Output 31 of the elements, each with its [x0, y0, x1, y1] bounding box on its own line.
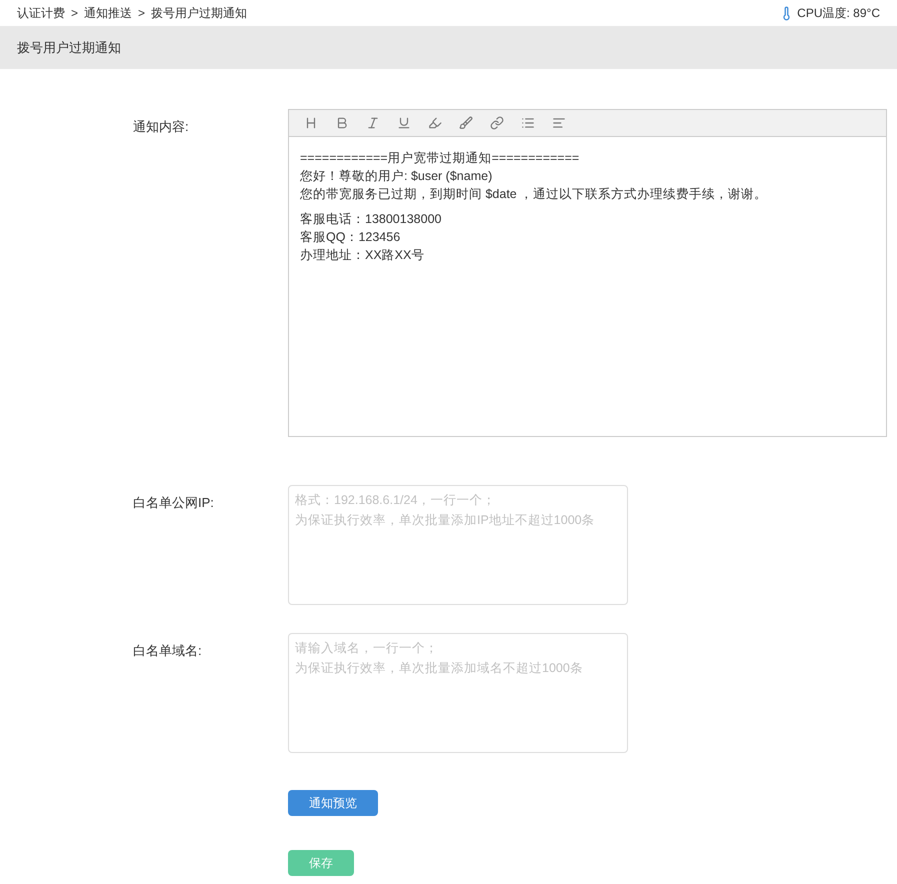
placeholder-text: 格式：192.168.6.1/24，一行一个； — [295, 492, 496, 509]
preview-button[interactable]: 通知预览 — [288, 790, 378, 816]
editor-text-line: 客服QQ：123456 — [300, 229, 402, 246]
breadcrumb-link[interactable]: 通知推送 — [84, 4, 132, 22]
breadcrumb-link[interactable]: 拨号用户过期通知 — [151, 4, 248, 22]
field-label: 白名单域名: — [133, 643, 202, 658]
editor-text-line: 您好！尊敬的用户: $user ($name) — [300, 168, 494, 185]
breadcrumb-separator: > — [71, 5, 78, 22]
rich-text-editor[interactable]: ============用户宽带过期通知============ 您好！尊敬的用户: $user ($name) 您的带宽服务已过期，到期时间 $date ，通过以下联系方式办理续费手续，谢谢。 客服电话：13800138000 客服QQ：123456 办理地址：XX路XX号 — [288, 109, 887, 437]
brush-icon[interactable] — [459, 116, 473, 130]
highlighter-icon[interactable] — [428, 116, 442, 130]
placeholder-text: 请输入域名，一行一个； — [295, 640, 439, 657]
editor-text-line: ============用户宽带过期通知============ — [300, 150, 580, 167]
breadcrumb-link[interactable]: 认证计费 — [17, 4, 65, 22]
placeholder-text: 为保证执行效率，单次批量添加域名不超过1000条 — [295, 660, 584, 677]
underline-icon[interactable] — [397, 116, 411, 130]
page-title: 拨号用户过期通知 — [17, 38, 121, 57]
field-label: 白名单公网IP: — [133, 495, 214, 510]
list-icon[interactable] — [521, 116, 535, 130]
editor-text-line: 客服电话：13800138000 — [300, 211, 442, 228]
breadcrumb-separator: > — [138, 5, 146, 22]
placeholder-text: 为保证执行效率，单次批量添加IP地址不超过1000条 — [295, 512, 596, 529]
heading-icon[interactable] — [304, 116, 318, 130]
bold-icon[interactable] — [335, 116, 349, 130]
editor-text-line: 办理地址：XX路XX号 — [300, 247, 426, 264]
italic-icon[interactable] — [366, 116, 380, 130]
field-label: 通知内容: — [133, 119, 189, 134]
link-icon[interactable] — [490, 116, 504, 130]
cpu-temperature: CPU温度: 89°C — [797, 5, 880, 22]
align-left-icon[interactable] — [552, 116, 566, 130]
editor-text-line: 您的带宽服务已过期，到期时间 $date ，通过以下联系方式办理续费手续，谢谢。 — [300, 186, 768, 203]
